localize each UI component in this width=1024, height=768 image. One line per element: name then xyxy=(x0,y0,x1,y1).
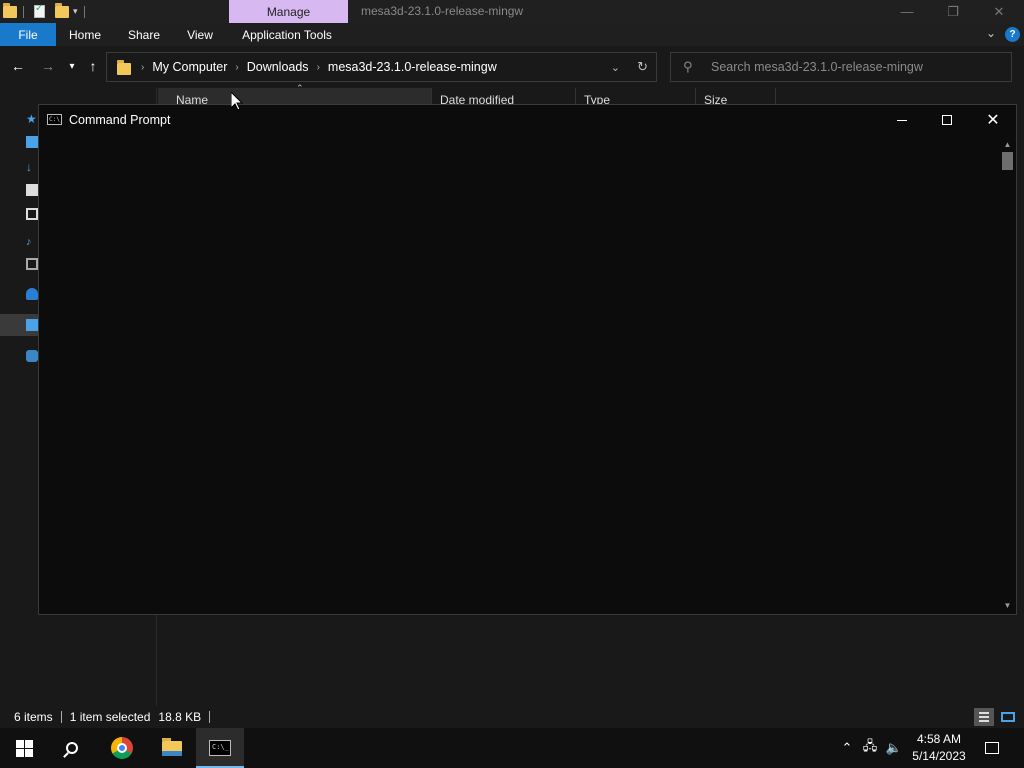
action-center-button[interactable] xyxy=(980,728,1004,768)
scroll-thumb[interactable] xyxy=(1002,152,1013,170)
cmd-window-title: Command Prompt xyxy=(69,113,171,127)
qat-separator xyxy=(83,5,85,18)
search-box[interactable]: ⚲ Search mesa3d-23.1.0-release-mingw xyxy=(670,52,1012,82)
folder-icon xyxy=(117,60,131,75)
command-prompt-window[interactable]: C:\_ Command Prompt ✕ ▲ ▼ xyxy=(38,104,1017,615)
quick-access-toolbar: ▾ xyxy=(0,0,91,23)
details-view-button[interactable] xyxy=(974,708,994,726)
address-bar[interactable]: › My Computer › Downloads › mesa3d-23.1.… xyxy=(106,52,657,82)
qat-separator xyxy=(23,5,24,18)
address-dropdown-icon[interactable]: ⌄ xyxy=(611,61,620,74)
status-size: 18.8 KB xyxy=(158,710,202,724)
status-item-count: 6 items xyxy=(14,710,53,724)
tab-home[interactable]: Home xyxy=(60,23,110,46)
vertical-scrollbar[interactable]: ▲ ▼ xyxy=(999,135,1016,614)
clock-time: 4:58 AM xyxy=(916,732,962,746)
taskbar-file-explorer[interactable] xyxy=(148,728,196,768)
chevron-right-icon: › xyxy=(141,61,145,73)
desktop-icon[interactable] xyxy=(26,136,38,148)
manage-contextual-tab[interactable]: Manage xyxy=(229,0,348,23)
details-view-icon xyxy=(979,712,989,722)
taskbar-chrome[interactable] xyxy=(98,728,146,768)
folder-icon xyxy=(3,2,17,18)
start-button[interactable] xyxy=(0,728,48,768)
scroll-down-icon[interactable]: ▼ xyxy=(999,598,1016,612)
pictures-icon[interactable] xyxy=(26,208,38,220)
taskbar: C:\_ ⌃ 🖧 🔈 4:58 AM 5/14/2023 xyxy=(0,728,1024,768)
window-title: mesa3d-23.1.0-release-mingw xyxy=(361,4,524,18)
recent-locations-icon[interactable]: ▾ xyxy=(62,56,82,76)
onedrive-icon[interactable] xyxy=(26,288,38,300)
status-separator xyxy=(209,711,211,723)
scroll-up-icon[interactable]: ▲ xyxy=(999,137,1016,151)
file-explorer-icon xyxy=(162,737,182,756)
clock-date: 5/14/2023 xyxy=(912,749,966,763)
console-output-area[interactable] xyxy=(39,135,999,614)
quick-access-star-icon[interactable]: ★ xyxy=(26,112,38,126)
chevron-right-icon: › xyxy=(316,61,320,73)
network-icon[interactable] xyxy=(26,350,38,362)
taskbar-command-prompt[interactable]: C:\_ xyxy=(196,728,244,768)
minimize-icon[interactable]: — xyxy=(884,0,930,23)
system-clock[interactable]: 4:58 AM 5/14/2023 xyxy=(906,731,972,765)
new-folder-icon[interactable] xyxy=(55,2,69,18)
breadcrumb-item-downloads[interactable]: Downloads xyxy=(247,60,309,74)
mouse-cursor-icon xyxy=(231,92,243,111)
tab-application-tools[interactable]: Application Tools xyxy=(232,23,342,46)
cmd-close-button[interactable]: ✕ xyxy=(970,105,1016,135)
search-placeholder: Search mesa3d-23.1.0-release-mingw xyxy=(711,60,923,74)
windows-logo-icon xyxy=(15,739,33,757)
cmd-icon[interactable]: C:\_ xyxy=(47,114,62,125)
navigation-bar: ← → ▾ ↑ › My Computer › Downloads › mesa… xyxy=(0,46,1024,88)
back-arrow-icon[interactable]: ← xyxy=(8,56,28,76)
cmd-title-bar[interactable]: C:\_ Command Prompt ✕ xyxy=(39,105,1016,135)
status-bar: 6 items 1 item selected 18.8 KB xyxy=(0,706,1024,728)
network-status-icon[interactable]: 🖧 xyxy=(860,728,880,768)
breadcrumb-item-my-computer[interactable]: My Computer xyxy=(152,60,227,74)
music-icon[interactable]: ♪ xyxy=(26,236,38,248)
tab-share[interactable]: Share xyxy=(118,23,170,46)
maximize-icon xyxy=(942,115,952,125)
status-selection: 1 item selected xyxy=(69,710,151,724)
tab-view[interactable]: View xyxy=(178,23,222,46)
breadcrumb: › My Computer › Downloads › mesa3d-23.1.… xyxy=(133,53,497,81)
status-separator xyxy=(60,711,62,723)
help-icon[interactable]: ? xyxy=(1005,27,1020,42)
show-hidden-icons-icon[interactable]: ⌃ xyxy=(838,728,856,768)
explorer-title-bar: ▾ Manage mesa3d-23.1.0-release-mingw — ❐… xyxy=(0,0,1024,23)
close-icon[interactable]: ✕ xyxy=(976,0,1022,23)
cmd-minimize-button[interactable] xyxy=(879,105,925,135)
notification-icon xyxy=(985,742,999,754)
downloads-icon[interactable]: ↓ xyxy=(26,160,38,174)
taskbar-search-button[interactable] xyxy=(48,728,96,768)
close-icon: ✕ xyxy=(986,112,1000,129)
chrome-icon xyxy=(111,737,133,759)
documents-icon[interactable] xyxy=(26,184,38,196)
large-icons-view-icon xyxy=(1001,712,1015,722)
videos-icon[interactable] xyxy=(26,258,38,270)
breadcrumb-item-current-folder[interactable]: mesa3d-23.1.0-release-mingw xyxy=(328,60,497,74)
sort-ascending-icon: ⌃ xyxy=(296,83,304,93)
search-icon: ⚲ xyxy=(683,59,693,74)
volume-icon[interactable]: 🔈 xyxy=(884,728,904,768)
this-pc-icon[interactable] xyxy=(26,319,38,331)
restore-icon[interactable]: ❐ xyxy=(930,0,976,23)
forward-arrow-icon[interactable]: → xyxy=(38,56,58,76)
cmd-maximize-button[interactable] xyxy=(924,105,970,135)
search-icon xyxy=(66,742,78,754)
refresh-icon[interactable]: ↻ xyxy=(637,59,648,75)
ribbon-tabs: File Home Share View Application Tools ⌄… xyxy=(0,23,1024,46)
command-prompt-icon: C:\_ xyxy=(209,740,231,756)
minimize-icon xyxy=(897,119,907,121)
up-arrow-icon[interactable]: ↑ xyxy=(83,56,103,76)
expand-ribbon-icon[interactable]: ⌄ xyxy=(986,26,996,40)
properties-icon[interactable] xyxy=(34,3,45,18)
tab-file[interactable]: File xyxy=(0,23,56,46)
large-icons-view-button[interactable] xyxy=(998,708,1018,726)
chevron-right-icon: › xyxy=(235,61,239,73)
customize-qat-icon[interactable]: ▾ xyxy=(73,6,78,17)
